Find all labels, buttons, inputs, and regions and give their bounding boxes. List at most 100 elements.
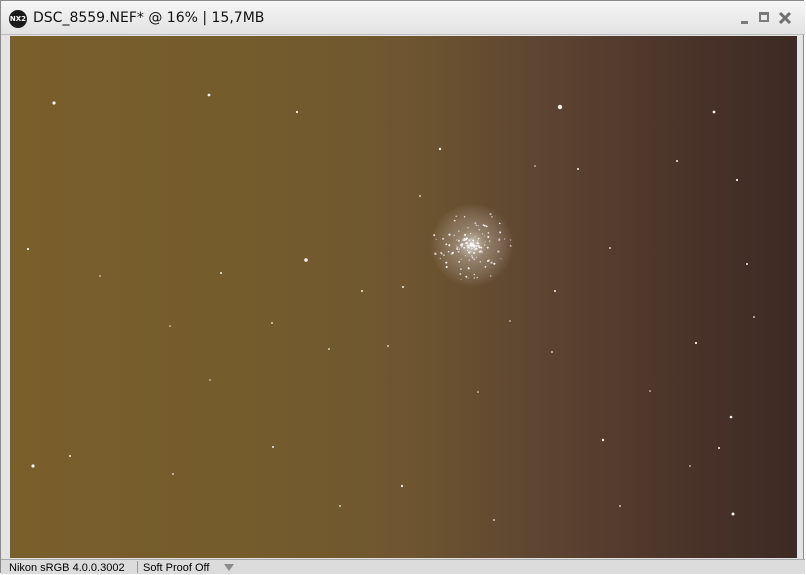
soft-proof-dropdown[interactable]: Soft Proof Off bbox=[141, 561, 237, 574]
star bbox=[551, 351, 553, 353]
cluster-star bbox=[474, 248, 477, 250]
cluster-star bbox=[477, 225, 479, 227]
cluster-star bbox=[465, 255, 467, 257]
cluster-star bbox=[458, 261, 461, 263]
cluster-star bbox=[484, 266, 487, 268]
cluster-star bbox=[499, 231, 502, 234]
cluster-star bbox=[479, 250, 483, 253]
star bbox=[554, 290, 556, 292]
starfield-image bbox=[26, 93, 755, 521]
cluster-star bbox=[453, 220, 455, 222]
cluster-star bbox=[469, 244, 472, 247]
star bbox=[209, 379, 211, 381]
cluster-star bbox=[462, 239, 464, 241]
cluster-star bbox=[471, 242, 473, 244]
cluster-star bbox=[467, 267, 470, 270]
cluster-star bbox=[487, 232, 490, 234]
cluster-star bbox=[460, 246, 463, 248]
star bbox=[729, 415, 733, 419]
cluster-star bbox=[467, 227, 469, 229]
star bbox=[712, 110, 716, 114]
cluster-star bbox=[458, 248, 460, 250]
close-button[interactable] bbox=[778, 11, 792, 25]
star bbox=[601, 438, 605, 442]
status-bar: Nikon sRGB 4.0.0.3002 Soft Proof Off bbox=[1, 559, 805, 574]
minimize-button[interactable] bbox=[738, 11, 752, 25]
star bbox=[31, 464, 35, 468]
cluster-star bbox=[455, 245, 457, 247]
cluster-star bbox=[484, 241, 486, 243]
cluster-star bbox=[479, 261, 481, 263]
star bbox=[304, 258, 308, 262]
cluster-star bbox=[489, 275, 492, 277]
cluster-star bbox=[484, 235, 486, 237]
star bbox=[400, 484, 404, 488]
star bbox=[735, 178, 739, 182]
cluster-star bbox=[470, 250, 472, 253]
cluster-star bbox=[459, 273, 462, 275]
star bbox=[649, 390, 651, 392]
cluster-star bbox=[497, 250, 500, 253]
dropdown-arrow-icon bbox=[224, 564, 234, 571]
cluster-star bbox=[475, 224, 477, 226]
star bbox=[207, 93, 211, 97]
cluster-star bbox=[448, 233, 451, 236]
star bbox=[557, 104, 563, 110]
star bbox=[609, 247, 611, 249]
star bbox=[694, 341, 698, 345]
cluster-star bbox=[478, 228, 481, 231]
star bbox=[534, 165, 536, 167]
window-title: DSC_8559.NEF* @ 16% | 15,7MB bbox=[33, 10, 265, 26]
star bbox=[477, 391, 479, 393]
cluster-star bbox=[435, 238, 437, 240]
star bbox=[220, 272, 222, 274]
cluster-star bbox=[473, 277, 475, 279]
minimize-icon bbox=[741, 21, 748, 24]
cluster-star bbox=[473, 245, 476, 248]
cluster-star bbox=[441, 252, 443, 255]
star bbox=[619, 505, 621, 507]
cluster-star bbox=[450, 252, 453, 255]
cluster-star bbox=[468, 239, 471, 242]
star bbox=[52, 101, 56, 105]
star bbox=[753, 316, 755, 318]
cluster-star bbox=[488, 240, 491, 242]
cluster-star bbox=[466, 244, 469, 247]
field-stars bbox=[26, 93, 755, 521]
star bbox=[272, 446, 274, 448]
status-separator bbox=[137, 561, 138, 573]
cluster-star bbox=[480, 246, 483, 249]
cluster-star bbox=[472, 242, 474, 244]
color-profile-label: Nikon sRGB 4.0.0.3002 bbox=[9, 562, 125, 574]
star bbox=[271, 322, 273, 324]
cluster-star bbox=[470, 247, 473, 250]
cluster-star bbox=[445, 261, 448, 264]
cluster-star bbox=[509, 244, 512, 247]
cluster-star bbox=[460, 258, 462, 260]
star bbox=[689, 465, 691, 467]
cluster-star bbox=[442, 237, 445, 240]
title-bar[interactable]: NX2 DSC_8559.NEF* @ 16% | 15,7MB bbox=[1, 1, 805, 35]
maximize-button[interactable] bbox=[758, 11, 772, 25]
soft-proof-label: Soft Proof Off bbox=[143, 562, 210, 574]
cluster-star bbox=[467, 277, 469, 279]
cluster-star bbox=[499, 222, 501, 225]
star bbox=[493, 519, 495, 521]
cluster-star bbox=[445, 265, 448, 269]
cluster-star bbox=[473, 273, 476, 276]
star bbox=[172, 473, 174, 475]
image-canvas[interactable] bbox=[10, 36, 797, 558]
cluster-star bbox=[460, 278, 462, 281]
cluster-star bbox=[468, 259, 470, 261]
cluster-star bbox=[485, 225, 488, 228]
cluster-star bbox=[471, 256, 474, 259]
cluster-star bbox=[469, 232, 472, 235]
cluster-star bbox=[467, 246, 469, 249]
star bbox=[328, 348, 330, 350]
cluster-star bbox=[472, 239, 475, 242]
star bbox=[402, 286, 404, 288]
cluster-star bbox=[473, 249, 475, 251]
cluster-star bbox=[491, 216, 493, 218]
cluster-star bbox=[456, 239, 458, 241]
cluster-star bbox=[433, 234, 436, 237]
